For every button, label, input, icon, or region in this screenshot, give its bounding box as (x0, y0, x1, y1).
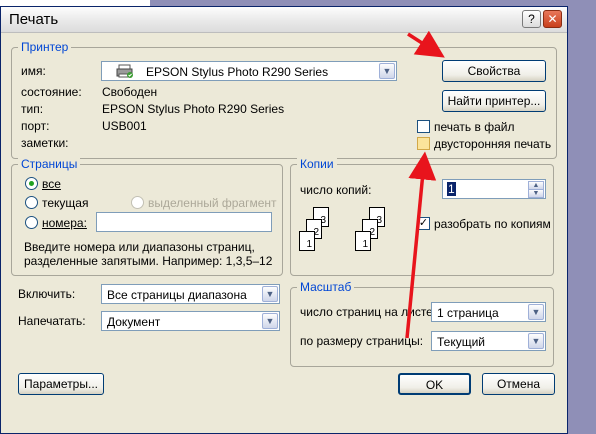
printer-name-select[interactable]: EPSON Stylus Photo R290 Series ▼ (101, 61, 397, 81)
ok-button[interactable]: OK (398, 373, 471, 395)
include-select[interactable]: Все страницы диапазона ▼ (101, 284, 280, 304)
include-value: Все страницы диапазона (107, 288, 247, 302)
copies-count-label: число копий: (300, 183, 372, 197)
pages-per-sheet-label: число страниц на листе: (300, 305, 437, 319)
fit-page-select[interactable]: Текущий ▼ (431, 331, 546, 351)
chevron-down-icon[interactable]: ▼ (379, 63, 395, 79)
print-to-file-checkbox[interactable] (417, 120, 430, 133)
copies-legend: Копии (297, 157, 337, 171)
pages-legend: Страницы (18, 157, 81, 171)
copies-count-input[interactable]: 1 ▲ ▼ (442, 179, 546, 199)
chevron-down-icon[interactable]: ▼ (528, 333, 544, 349)
copy2-page1: 1 (355, 231, 371, 251)
radio-selection-label: выделенный фрагмент (148, 196, 277, 210)
radio-all[interactable] (25, 177, 38, 190)
type-label: тип: (21, 102, 44, 116)
radio-numbers[interactable] (25, 216, 38, 229)
cancel-button[interactable]: Отмена (482, 373, 555, 395)
port-label: порт: (21, 119, 50, 133)
scale-legend: Масштаб (297, 280, 355, 294)
collate-checkbox[interactable]: ✓ (417, 217, 430, 230)
title-bar[interactable]: Печать ? ✕ (1, 7, 567, 33)
print-what-value: Документ (107, 315, 161, 329)
print-dialog: Печать ? ✕ Принтер имя: EPSON Stylus Pho… (0, 6, 568, 434)
port-value: USB001 (102, 119, 147, 133)
copies-count-value: 1 (447, 182, 456, 196)
chevron-down-icon[interactable]: ▼ (528, 304, 544, 320)
radio-numbers-label: номера: (42, 216, 87, 230)
printer-legend: Принтер (18, 40, 72, 54)
fit-page-label: по размеру страницы: (300, 334, 424, 348)
scale-group: Масштаб (290, 280, 554, 367)
status-label: состояние: (21, 85, 82, 99)
window-title: Печать (9, 11, 59, 28)
duplex-label: двусторонняя печать (434, 137, 552, 151)
find-printer-button[interactable]: Найти принтер... (442, 90, 546, 112)
page-numbers-input[interactable] (96, 212, 272, 232)
chevron-down-icon[interactable]: ▼ (262, 286, 278, 302)
pages-per-sheet-select[interactable]: 1 страница ▼ (431, 302, 546, 322)
close-button[interactable]: ✕ (543, 10, 562, 28)
help-button[interactable]: ? (522, 10, 541, 28)
printer-name-label: имя: (21, 64, 46, 78)
radio-current-label: текущая (42, 196, 89, 210)
copy1-page1: 1 (299, 231, 315, 251)
collate-label: разобрать по копиям (434, 217, 551, 231)
spin-down-icon[interactable]: ▼ (528, 189, 544, 198)
printer-icon (116, 64, 134, 82)
radio-current[interactable] (25, 196, 38, 209)
fit-page-value: Текущий (437, 335, 485, 349)
properties-button[interactable]: Свойства (442, 60, 546, 82)
status-value: Свободен (102, 85, 158, 99)
printer-name-value: EPSON Stylus Photo R290 Series (146, 65, 329, 79)
radio-all-label: все (42, 177, 61, 191)
print-to-file-label: печать в файл (434, 120, 515, 134)
duplex-checkbox[interactable] (417, 137, 430, 150)
options-button[interactable]: Параметры... (18, 373, 104, 395)
include-label: Включить: (18, 287, 76, 301)
pages-hint: Введите номера или диапазоны страниц, ра… (24, 240, 273, 268)
radio-selection[interactable] (131, 196, 144, 209)
notes-label: заметки: (21, 136, 69, 150)
chevron-down-icon[interactable]: ▼ (262, 313, 278, 329)
print-what-select[interactable]: Документ ▼ (101, 311, 280, 331)
pages-per-sheet-value: 1 страница (437, 306, 499, 320)
print-what-label: Напечатать: (18, 314, 86, 328)
type-value: EPSON Stylus Photo R290 Series (102, 102, 285, 116)
